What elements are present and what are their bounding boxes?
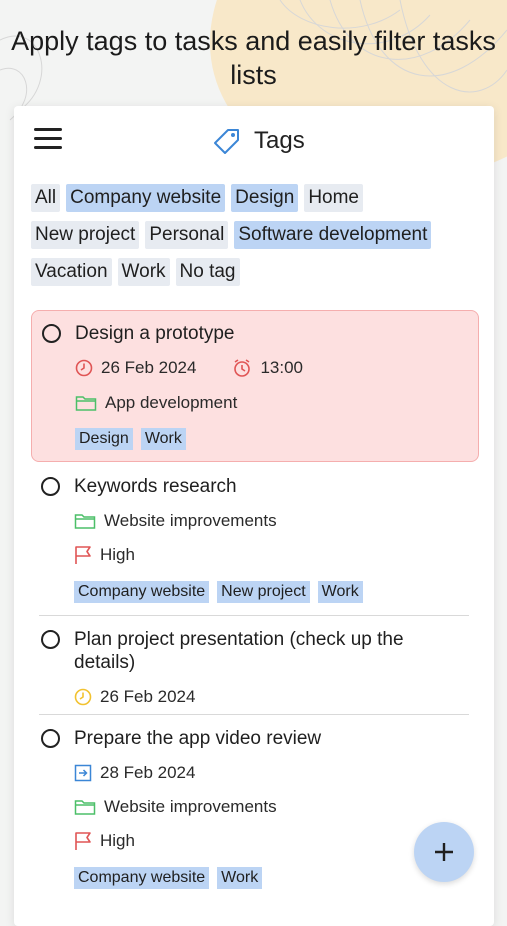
priority-label: High (100, 831, 135, 850)
task-folder: App development (75, 393, 237, 413)
task-tag[interactable]: Work (317, 581, 363, 603)
divider (39, 714, 469, 715)
task-tag[interactable]: Design (75, 428, 133, 450)
flag-icon (74, 831, 92, 851)
task-time: 13:00 (260, 358, 304, 377)
add-task-button[interactable] (414, 822, 474, 882)
task-item[interactable]: Design a prototype 26 Feb 2024 13:00 App… (31, 310, 479, 462)
task-tag[interactable]: Company website (74, 867, 210, 889)
top-bar: Tags (14, 106, 494, 174)
chip-row: New project Personal Software developmen… (31, 221, 481, 249)
scheduled-date-icon (74, 764, 92, 782)
chip-software-development[interactable]: Software development (234, 221, 432, 249)
today-clock-icon (74, 688, 92, 706)
chip-all[interactable]: All (31, 184, 61, 212)
folder-name: Website improvements (104, 797, 277, 816)
task-checkbox[interactable] (41, 729, 60, 748)
task-priority: High (74, 545, 135, 565)
task-date: 26 Feb 2024 (101, 358, 197, 377)
task-tag[interactable]: Work (217, 867, 263, 889)
chip-personal[interactable]: Personal (145, 221, 229, 249)
task-checkbox[interactable] (41, 477, 60, 496)
priority-label: High (100, 545, 135, 564)
chip-no-tag[interactable]: No tag (175, 258, 240, 286)
chip-company-website[interactable]: Company website (66, 184, 226, 212)
task-title: Prepare the app video review (74, 728, 322, 749)
task-tags: Company website Work (74, 867, 263, 889)
hamburger-menu-icon[interactable] (34, 128, 62, 150)
folder-icon (74, 512, 96, 530)
task-priority: High (74, 831, 135, 851)
chip-work[interactable]: Work (117, 258, 170, 286)
folder-name: Website improvements (104, 511, 277, 530)
chip-design[interactable]: Design (231, 184, 299, 212)
chip-row: Vacation Work No tag (31, 258, 481, 286)
task-tag[interactable]: New project (217, 581, 310, 603)
folder-name: App development (105, 393, 238, 412)
tag-icon (212, 126, 242, 156)
task-tag[interactable]: Work (140, 428, 186, 450)
task-item[interactable]: Plan project presentation (check up the … (31, 617, 477, 713)
task-tags: Company website New project Work (74, 581, 363, 603)
chip-new-project[interactable]: New project (31, 221, 140, 249)
reminder-icon (232, 358, 252, 378)
task-folder: Website improvements (74, 511, 277, 531)
task-checkbox[interactable] (42, 324, 61, 343)
app-screen: Tags All Company website Design Home New… (14, 106, 494, 926)
plus-icon (433, 841, 455, 863)
chip-row: All Company website Design Home (31, 184, 481, 212)
page-title: Tags (254, 127, 305, 154)
task-item[interactable]: Keywords research Website improvements H… (31, 464, 477, 614)
task-title: Keywords research (74, 476, 237, 497)
task-tag[interactable]: Company website (74, 581, 210, 603)
overdue-clock-icon (75, 359, 93, 377)
screen-title: Tags (212, 126, 305, 156)
folder-icon (74, 798, 96, 816)
task-date: 26 Feb 2024 (100, 687, 196, 706)
chip-vacation[interactable]: Vacation (31, 258, 112, 286)
folder-icon (75, 394, 97, 412)
task-tags: Design Work (75, 428, 186, 450)
task-title: Plan project presentation (check up the … (74, 629, 404, 673)
task-title: Design a prototype (75, 323, 235, 344)
task-schedule: 26 Feb 2024 (74, 687, 195, 707)
task-schedule: 26 Feb 2024 13:00 (75, 358, 303, 378)
divider (39, 615, 469, 616)
promo-headline: Apply tags to tasks and easily filter ta… (11, 26, 496, 90)
chip-home[interactable]: Home (304, 184, 363, 212)
flag-icon (74, 545, 92, 565)
task-schedule: 28 Feb 2024 (74, 763, 195, 783)
task-checkbox[interactable] (41, 630, 60, 649)
task-folder: Website improvements (74, 797, 277, 817)
task-item[interactable]: Prepare the app video review 28 Feb 2024… (31, 716, 477, 896)
task-date: 28 Feb 2024 (100, 763, 196, 782)
tag-filter-chips: All Company website Design Home New proj… (31, 184, 481, 295)
